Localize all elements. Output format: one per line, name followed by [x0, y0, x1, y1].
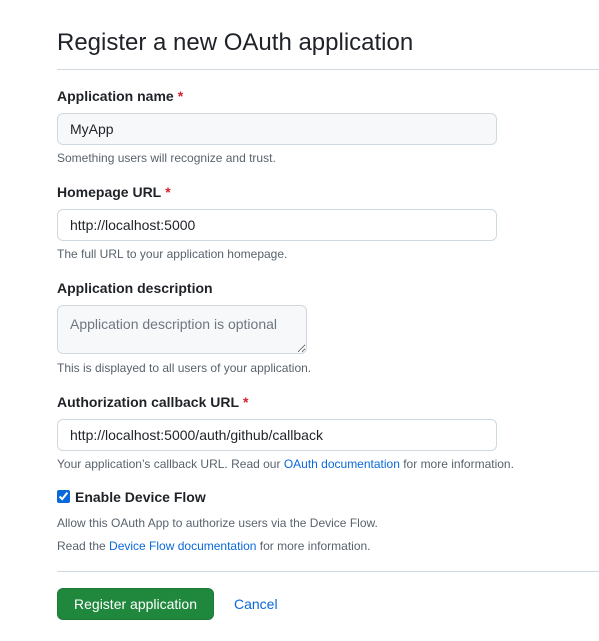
device-flow-doc-note-after: for more information.	[256, 539, 371, 553]
device-flow-documentation-link[interactable]: Device Flow documentation	[109, 539, 256, 553]
callback-url-input[interactable]	[57, 419, 497, 451]
app-name-label: Application name *	[57, 86, 183, 106]
cancel-link[interactable]: Cancel	[234, 594, 278, 614]
description-label: Application description	[57, 280, 213, 296]
callback-url-note: Your application’s callback URL. Read ou…	[57, 455, 514, 473]
callback-url-note-before: Your application’s callback URL. Read ou…	[57, 457, 284, 471]
actions-divider	[57, 571, 599, 572]
app-name-label-text: Application name	[57, 88, 174, 104]
callback-url-label-text: Authorization callback URL	[57, 394, 240, 410]
homepage-url-label: Homepage URL *	[57, 182, 171, 202]
required-asterisk: *	[165, 184, 171, 200]
description-note: This is displayed to all users of your a…	[57, 361, 312, 375]
callback-url-label: Authorization callback URL *	[57, 392, 248, 412]
app-name-input[interactable]	[57, 113, 497, 145]
device-flow-doc-note-before: Read the	[57, 539, 110, 553]
app-name-note: Something users will recognize and trust…	[57, 151, 276, 165]
title-divider	[57, 69, 599, 70]
callback-url-note-after: for more information.	[399, 457, 514, 471]
required-asterisk: *	[177, 88, 184, 104]
register-application-button[interactable]: Register application	[57, 588, 214, 620]
device-flow-doc-note: Read the Device Flow documentation for m…	[57, 537, 371, 555]
homepage-url-label-text: Homepage URL	[57, 184, 162, 200]
enable-device-flow-label[interactable]: Enable Device Flow	[75, 487, 206, 507]
homepage-url-input[interactable]	[57, 209, 497, 241]
required-asterisk: *	[243, 394, 249, 410]
description-textarea[interactable]	[57, 305, 307, 354]
page-title: Register a new OAuth application	[57, 29, 414, 56]
oauth-documentation-link[interactable]: OAuth documentation	[284, 457, 400, 471]
device-flow-note: Allow this OAuth App to authorize users …	[57, 516, 378, 530]
homepage-url-note: The full URL to your application homepag…	[57, 247, 288, 261]
enable-device-flow-checkbox[interactable]	[57, 490, 70, 503]
